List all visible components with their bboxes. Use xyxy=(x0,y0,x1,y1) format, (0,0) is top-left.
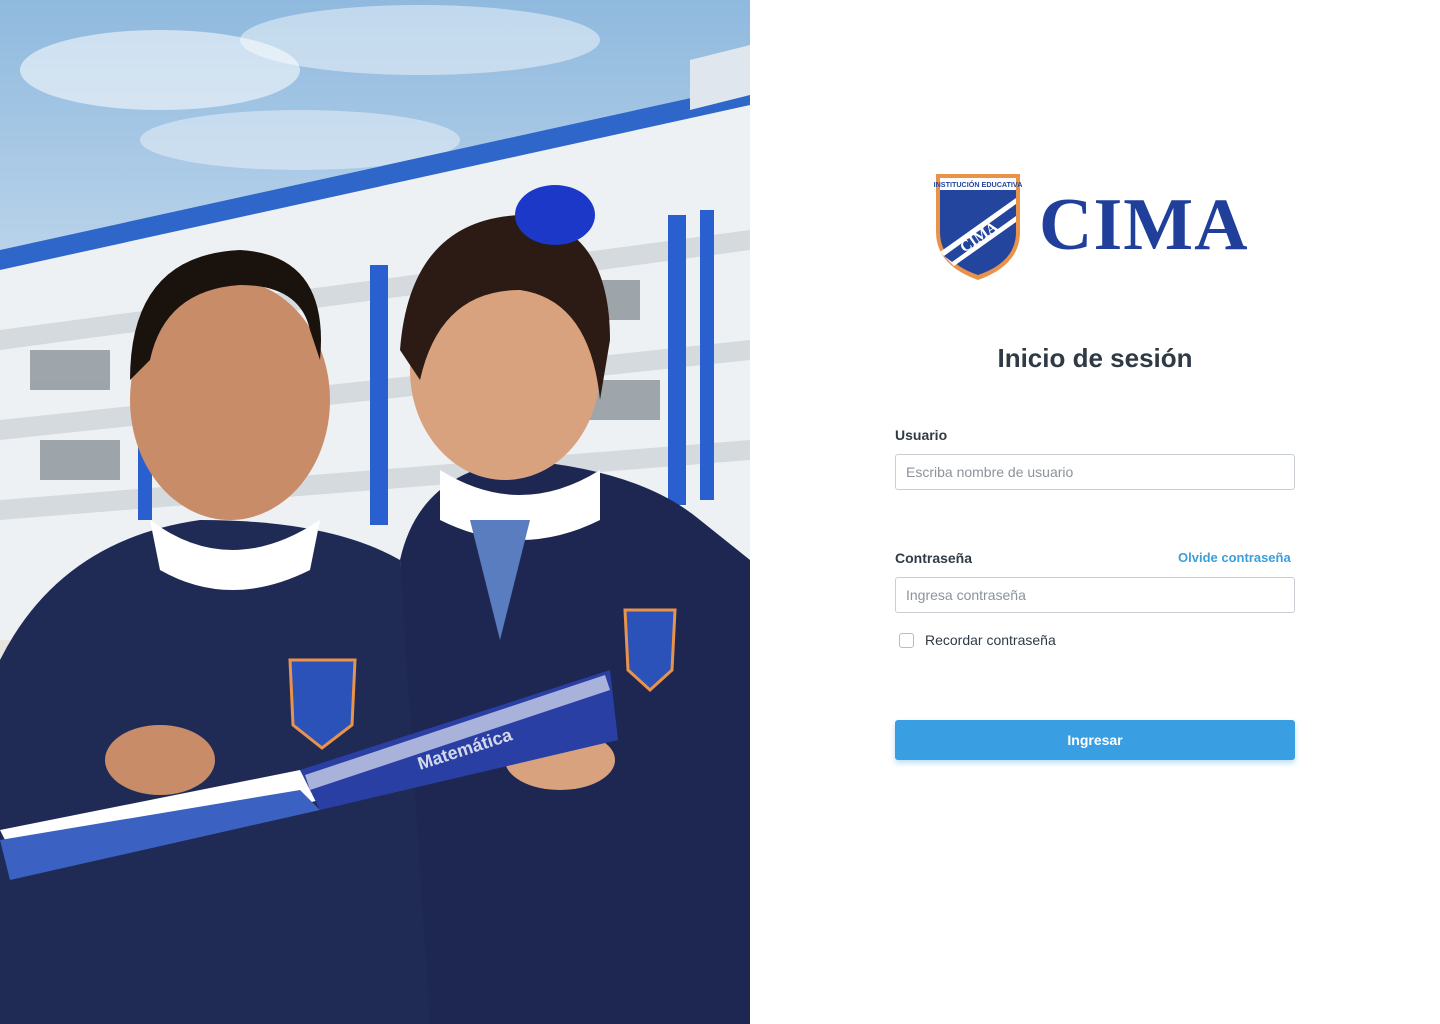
crest-top-text: INSTITUCIÓN EDUCATIVA xyxy=(934,180,1022,189)
password-label: Contraseña xyxy=(895,550,973,566)
login-panel: INSTITUCIÓN EDUCATIVA CIMA CIMA Inicio d… xyxy=(750,0,1440,1024)
password-input[interactable] xyxy=(895,577,1295,613)
shield-crest-icon: INSTITUCIÓN EDUCATIVA CIMA xyxy=(934,174,1022,280)
brand-logo: INSTITUCIÓN EDUCATIVA CIMA CIMA xyxy=(934,170,1254,285)
login-button[interactable]: Ingresar xyxy=(895,720,1295,760)
remember-checkbox[interactable] xyxy=(899,632,914,648)
hero-photo: Matemática xyxy=(0,0,750,1024)
brand-wordmark: CIMA xyxy=(1039,184,1249,266)
username-input[interactable] xyxy=(895,454,1295,490)
remember-password-option[interactable]: Recordar contraseña xyxy=(899,632,1056,648)
username-label: Usuario xyxy=(895,427,948,443)
students-reading-illustration: Matemática xyxy=(0,5,750,1024)
remember-label: Recordar contraseña xyxy=(925,632,1056,648)
forgot-password-link[interactable]: Olvide contraseña xyxy=(1178,550,1291,565)
page-title: Inicio de sesión xyxy=(997,343,1193,373)
